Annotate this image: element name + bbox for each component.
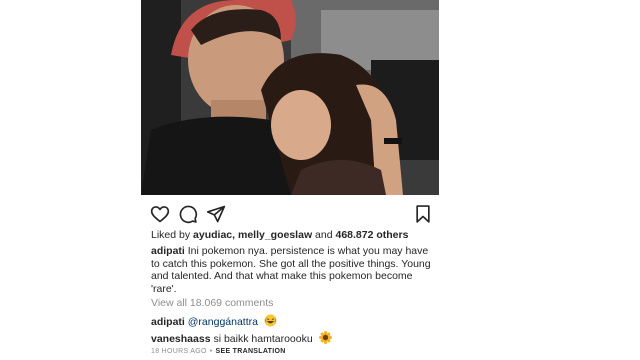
see-translation-link[interactable]: SEE TRANSLATION xyxy=(216,348,286,355)
liker-melly-goeslaw[interactable]: melly_goeslaw xyxy=(238,229,312,241)
comment-username[interactable]: vaneshaass xyxy=(151,333,211,345)
sunflower-emoji-icon xyxy=(318,331,332,347)
laughing-emoji-icon xyxy=(264,314,277,330)
post-meta: 18 HOURS AGO • SEE TRANSLATION xyxy=(151,348,286,355)
liker-ayudiac[interactable]: ayudiac, xyxy=(193,229,235,241)
likes-others-count[interactable]: 468.872 others xyxy=(335,229,408,241)
post-photo[interactable] xyxy=(141,0,439,195)
post-timestamp: 18 HOURS AGO xyxy=(151,348,207,355)
meta-separator: • xyxy=(209,348,213,355)
likes-prefix: Liked by xyxy=(151,229,191,241)
paper-plane-icon[interactable] xyxy=(206,204,226,224)
post-action-bar xyxy=(141,204,439,224)
photo-illustration xyxy=(141,0,439,195)
bookmark-icon[interactable] xyxy=(413,204,433,224)
caption-text: Ini pokemon nya. persistence is what you… xyxy=(151,245,431,295)
comment-mention[interactable]: @ranggánattra xyxy=(188,316,258,328)
comment-username[interactable]: adipati xyxy=(151,316,185,328)
comment-text: si baikk hamtaroooku xyxy=(213,333,313,345)
comment-item: vaneshaass si baikk hamtaroooku xyxy=(151,331,332,347)
likes-summary: Liked by ayudiac, melly_goeslaw and 468.… xyxy=(151,229,441,241)
comment-bubble-icon[interactable] xyxy=(178,204,198,224)
comment-item: adipati @ranggánattra xyxy=(151,314,277,330)
post-caption: adipati Ini pokemon nya. persistence is … xyxy=(151,245,435,295)
heart-icon[interactable] xyxy=(150,204,170,224)
likes-connector: and xyxy=(315,229,333,241)
view-all-comments-link[interactable]: View all 18.069 comments xyxy=(151,297,273,309)
caption-username[interactable]: adipati xyxy=(151,245,185,257)
instagram-post: Liked by ayudiac, melly_goeslaw and 468.… xyxy=(141,0,439,360)
